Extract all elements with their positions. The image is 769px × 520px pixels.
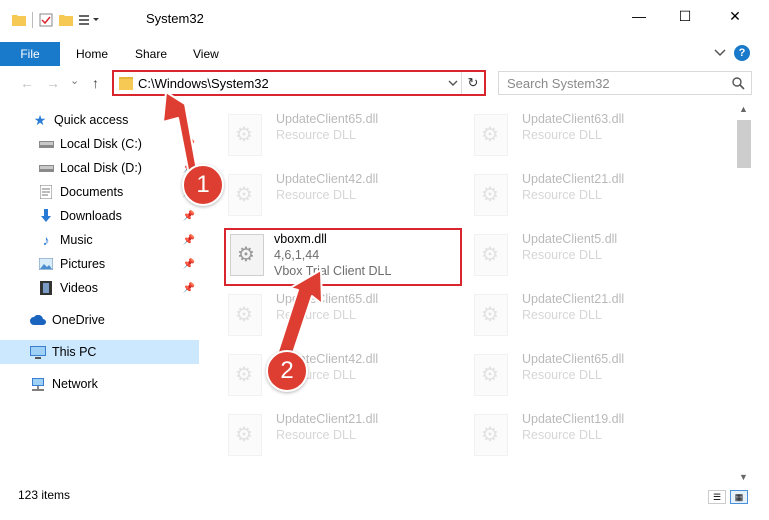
status-bar: 123 items ☰ ▦ — [0, 488, 769, 520]
details-view-icon[interactable]: ☰ — [708, 490, 726, 504]
scroll-up-icon[interactable]: ▲ — [739, 104, 748, 114]
arrow-2 — [275, 269, 323, 363]
step-1-badge: 1 — [182, 164, 224, 206]
item-count: 123 items — [18, 488, 71, 502]
vertical-scrollbar[interactable]: ▲ ▼ — [736, 102, 752, 488]
step-2-badge: 2 — [266, 350, 308, 392]
scroll-down-icon[interactable]: ▼ — [739, 472, 748, 482]
scrollbar-thumb[interactable] — [737, 120, 751, 168]
annotation-arrows — [162, 91, 323, 363]
large-icons-view-icon[interactable]: ▦ — [730, 490, 748, 504]
